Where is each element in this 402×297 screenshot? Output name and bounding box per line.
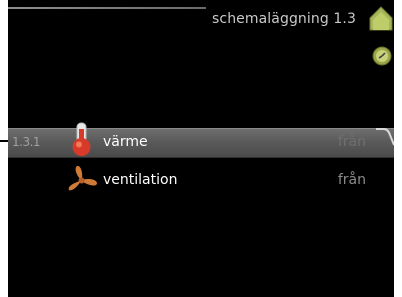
header-divider bbox=[8, 7, 206, 9]
selection-tab-corner bbox=[376, 128, 394, 146]
row-pointer-mark bbox=[0, 140, 8, 142]
menu-item-number: 1.3.1 bbox=[12, 135, 41, 149]
menu-item-label: ventilation bbox=[103, 172, 178, 188]
menu-item-heat[interactable]: 1.3.1 värme från bbox=[8, 122, 394, 158]
menu-item-value: från bbox=[337, 134, 366, 150]
home-icon[interactable] bbox=[368, 4, 394, 32]
menu-item-label: värme bbox=[103, 134, 148, 150]
menu-item-ventilation[interactable]: ventilation från bbox=[8, 165, 394, 195]
menu-item-value: från bbox=[337, 172, 366, 188]
clock-icon bbox=[372, 46, 392, 66]
page-title: schemaläggning 1.3 bbox=[212, 11, 356, 27]
display-screen: schemaläggning 1.3 1.3.1 värme från vent… bbox=[8, 0, 394, 297]
fan-icon bbox=[68, 165, 97, 191]
thermometer-icon bbox=[72, 122, 91, 156]
